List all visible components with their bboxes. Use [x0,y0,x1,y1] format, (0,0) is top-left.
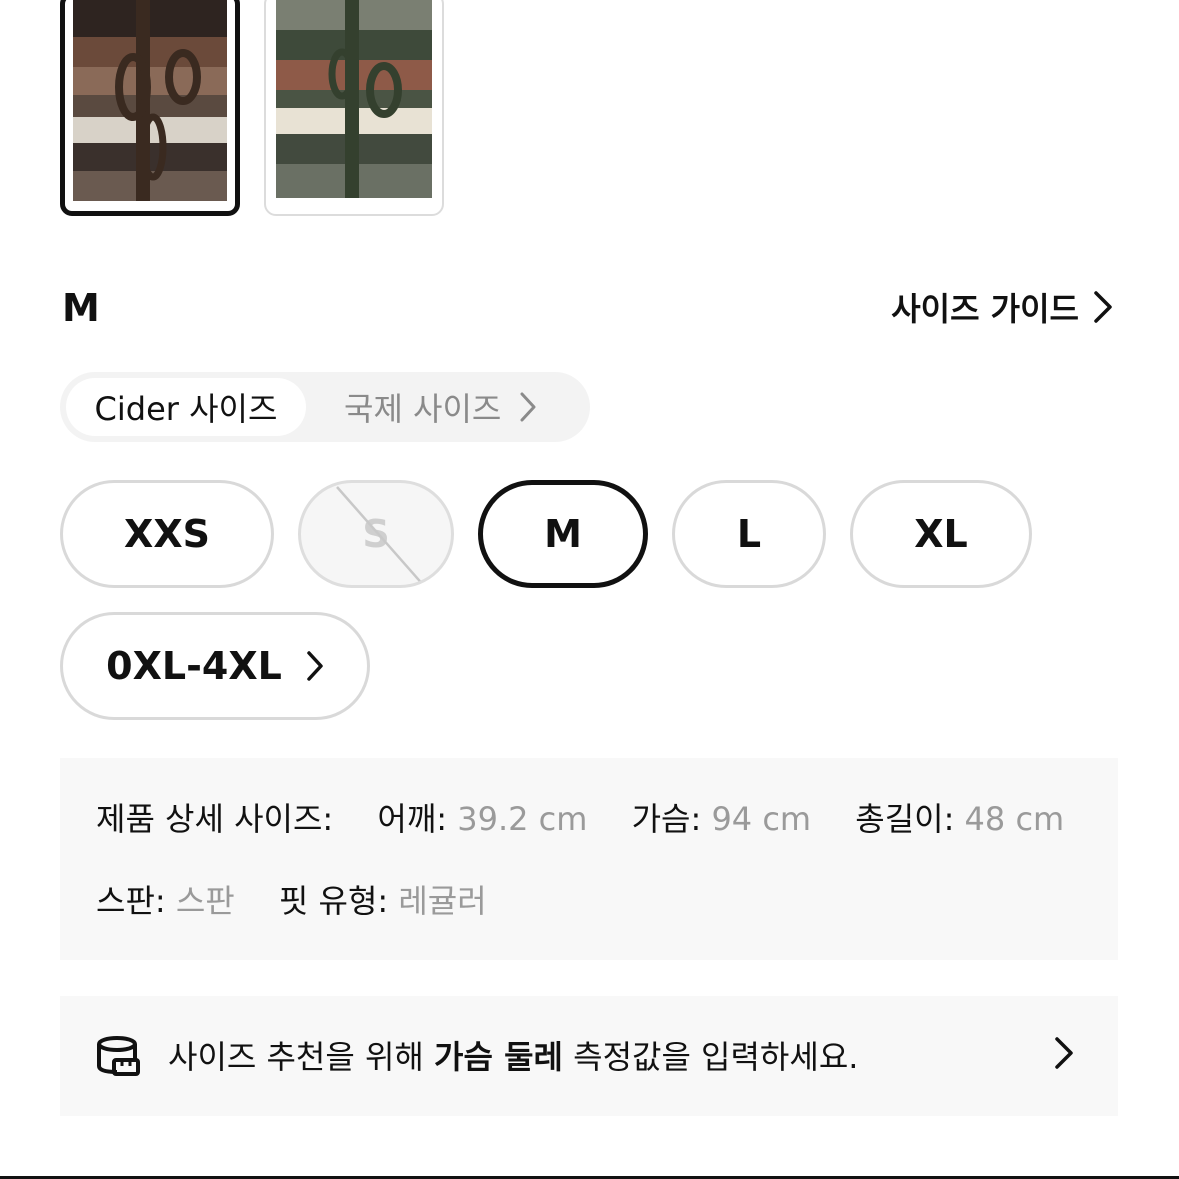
size-option-label: XL [914,512,968,556]
detail-length: 총길이: 48 cm [855,800,1064,838]
thumbnail-brown[interactable] [60,0,240,216]
size-option-xl[interactable]: XL [850,480,1032,588]
detail-fit-value: 레귤러 [398,882,487,920]
size-option-label: XXS [124,512,210,556]
tab-international-size[interactable]: 국제 사이즈 [344,378,537,436]
detail-chest-label: 가슴: [631,800,702,838]
detail-stretch-label: 스판: [96,882,166,920]
size-option-l[interactable]: L [672,480,826,588]
size-guide-link[interactable]: 사이즈 가이드 [891,284,1113,330]
chevron-right-icon [307,651,323,681]
size-option-xxs[interactable]: XXS [60,480,274,588]
tab-cider-size-label: Cider 사이즈 [94,390,278,428]
product-image-brown [73,0,227,201]
tab-international-size-label: 국제 사이즈 [344,390,502,428]
tape-measure-icon [97,1036,140,1076]
size-option-label: 0XL-4XL [106,644,282,688]
tab-cider-size[interactable]: Cider 사이즈 [66,378,306,436]
recommendation-text-bold: 가슴 둘레 [434,1038,563,1076]
detail-stretch: 스판: 스판 [96,882,235,920]
detail-fit: 핏 유형: 레귤러 [279,882,487,920]
detail-row-attributes: 스판: 스판 핏 유형: 레귤러 [96,876,521,922]
size-option-m-selected[interactable]: M [478,480,648,588]
chevron-right-icon [520,392,536,422]
detail-title: 제품 상세 사이즈: [96,800,334,838]
size-recommendation-banner[interactable]: 사이즈 추천을 위해 가슴 둘레 측정값을 입력하세요. [60,996,1118,1116]
detail-shoulder-value: 39.2 cm [457,800,588,838]
recommendation-text: 사이즈 추천을 위해 가슴 둘레 측정값을 입력하세요. [168,1032,858,1078]
size-option-label: M [544,512,582,556]
size-option-label: L [736,512,762,556]
size-guide-label: 사이즈 가이드 [891,290,1079,328]
recommendation-text-before: 사이즈 추천을 위해 [168,1038,435,1076]
size-system-toggle: Cider 사이즈 국제 사이즈 [60,372,590,442]
detail-chest: 가슴: 94 cm [632,800,812,838]
size-option-plus-range[interactable]: 0XL-4XL [60,612,370,720]
product-detail-size-panel: 제품 상세 사이즈: 어깨: 39.2 cm 가슴: 94 cm 총길이: 48… [60,758,1118,960]
detail-fit-label: 핏 유형: [278,882,389,920]
detail-shoulder: 어깨: 39.2 cm [377,800,587,838]
size-option-s-unavailable[interactable]: S [298,480,454,588]
strikethrough-line [336,486,425,585]
recommendation-text-after: 측정값을 입력하세요. [562,1038,859,1076]
chevron-right-icon [1055,1037,1073,1069]
detail-length-value: 48 cm [964,800,1065,838]
thumbnail-green[interactable] [264,0,444,216]
chevron-right-icon [1094,291,1112,323]
detail-chest-value: 94 cm [711,800,812,838]
detail-row-measurements: 제품 상세 사이즈: 어깨: 39.2 cm 가슴: 94 cm 총길이: 48… [96,794,1098,840]
selected-size-label: M [62,286,100,330]
detail-shoulder-label: 어깨: [377,800,448,838]
detail-stretch-value: 스판 [175,882,235,920]
product-image-green [276,0,432,204]
detail-length-label: 총길이: [855,800,955,838]
